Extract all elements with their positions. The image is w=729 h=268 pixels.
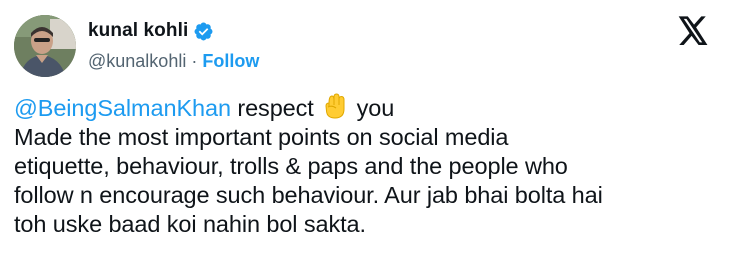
display-name[interactable]: kunal kohli [88,20,188,42]
tweet-text: @BeingSalmanKhan respect you Made the mo… [14,92,714,239]
name-row: kunal kohli [88,18,259,44]
separator-dot: · [191,50,198,71]
tweet-line-4: follow n encourage such behaviour. Aur j… [14,182,603,208]
mention-link[interactable]: @BeingSalmanKhan [14,95,231,121]
tweet-line-3: etiquette, behaviour, trolls & paps and … [14,153,568,179]
follow-button[interactable]: Follow [202,51,259,72]
author-names: kunal kohli @kunalkohli · Follow [88,18,259,74]
verified-badge-icon [193,21,214,42]
raised-fist-emoji-icon [322,92,348,120]
tweet-line-1-end: you [350,95,395,121]
author-handle[interactable]: @kunalkohli [88,51,186,72]
avatar[interactable] [14,15,76,77]
tweet-line-1-text: respect [230,95,321,121]
tweet-card: kunal kohli @kunalkohli · Follow @BeingS… [0,0,729,268]
tweet-line-5: toh uske baad koi nahin bol sakta. [14,211,366,237]
x-logo-icon[interactable] [677,16,709,46]
tweet-line-1: @BeingSalmanKhan respect you [14,92,714,123]
handle-row: @kunalkohli · Follow [88,48,259,74]
avatar-photo [14,15,76,77]
tweet-line-2: Made the most important points on social… [14,124,509,150]
tweet-header: kunal kohli @kunalkohli · Follow [14,14,259,78]
